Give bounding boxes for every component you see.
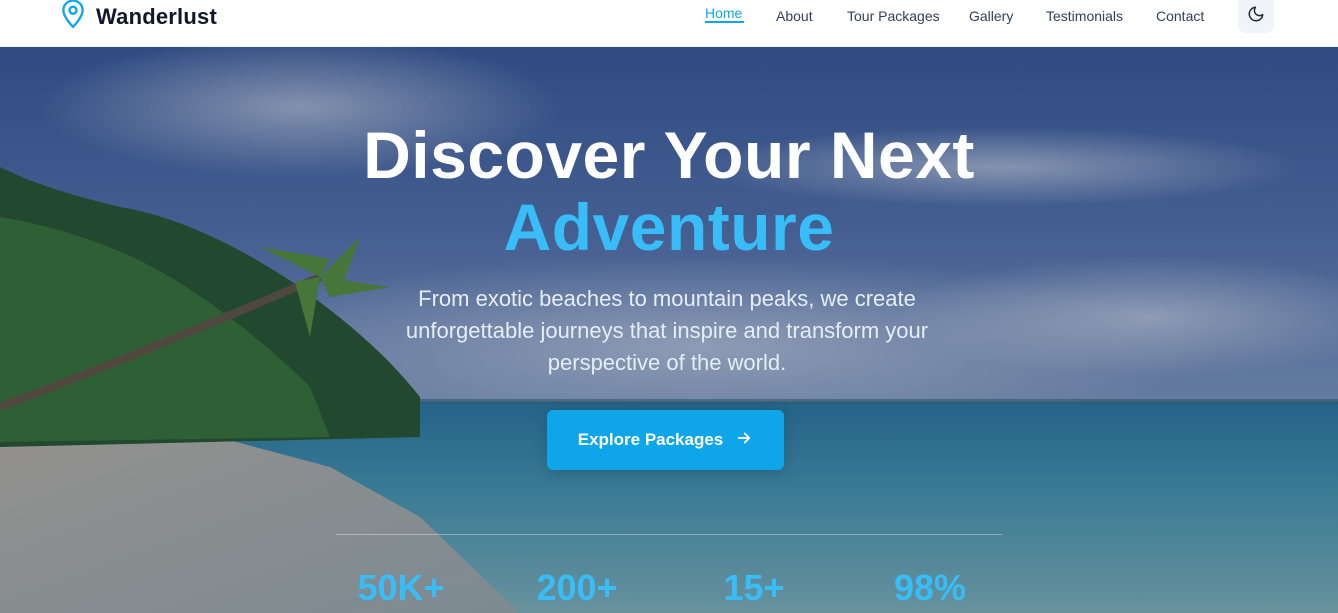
stat-years: 15+ <box>723 567 785 608</box>
cta-label: Explore Packages <box>577 430 724 449</box>
stats-divider <box>336 534 1002 535</box>
theme-toggle-button[interactable] <box>1238 0 1274 33</box>
brand-name: Wanderlust <box>96 3 217 29</box>
stat-destinations: 200+ <box>536 567 618 608</box>
nav-gallery[interactable]: Gallery <box>969 8 1013 24</box>
hero-subtitle: From exotic beaches to mountain peaks, w… <box>405 286 929 375</box>
map-pin-icon <box>60 0 86 34</box>
nav-active-indicator <box>705 21 744 23</box>
hero-section: Discover Your Next Adventure From exotic… <box>0 47 1338 613</box>
nav-about[interactable]: About <box>776 8 813 24</box>
brand-logo[interactable]: Wanderlust <box>60 0 217 33</box>
nav-home[interactable]: Home <box>705 5 742 21</box>
site-header: Wanderlust Home About Tour Packages Gall… <box>0 0 1338 47</box>
explore-packages-button[interactable]: Explore Packages <box>547 410 784 470</box>
nav-testimonials[interactable]: Testimonials <box>1046 8 1123 24</box>
arrow-right-icon <box>735 429 753 452</box>
moon-icon <box>1247 5 1265 28</box>
stat-satisfaction: 98% <box>893 567 967 608</box>
hero-title-line2: Adventure <box>503 190 835 264</box>
hero-title-line1: Discover Your Next <box>363 118 975 192</box>
nav-tour-packages[interactable]: Tour Packages <box>847 8 940 24</box>
stat-travelers: 50K+ <box>357 567 445 608</box>
nav-contact[interactable]: Contact <box>1156 8 1204 24</box>
